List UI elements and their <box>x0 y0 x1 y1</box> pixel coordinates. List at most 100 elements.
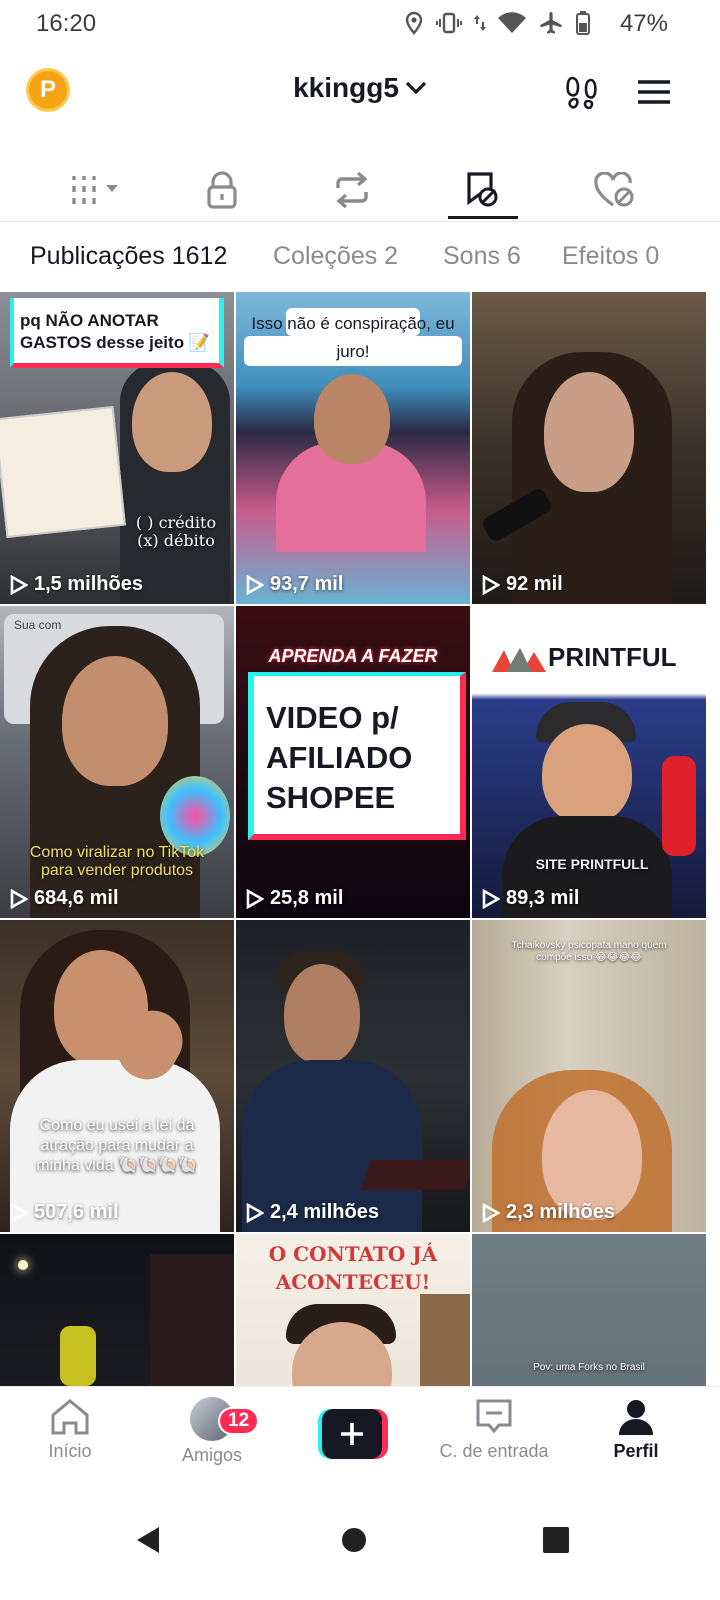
printful-logo-icon <box>492 648 546 672</box>
play-icon <box>482 888 500 909</box>
tile-caption: O CONTATO JÁ ACONTECEU! <box>268 1242 438 1294</box>
create-core <box>322 1409 382 1459</box>
create-button[interactable] <box>318 1409 388 1459</box>
tile-caption: Isso não é conspiração, eu juro! <box>251 314 455 361</box>
status-icons <box>404 10 590 36</box>
bookshelf-shape <box>420 1294 470 1386</box>
back-triangle-icon <box>137 1527 159 1553</box>
video-grid: pq NÃO ANOTAR GASTOS desse jeito 📝 ( ) c… <box>0 292 720 1386</box>
play-icon <box>482 574 500 595</box>
battery-icon <box>576 11 590 35</box>
inbox-icon <box>476 1399 512 1434</box>
status-bar: 16:20 47% <box>0 0 720 48</box>
play-icon <box>246 1202 264 1223</box>
location-icon <box>405 11 423 35</box>
active-tab-indicator <box>448 216 518 219</box>
menu-button[interactable] <box>632 70 676 114</box>
wifi-icon <box>498 12 526 34</box>
face-shape <box>62 656 168 786</box>
profile-icon <box>619 1400 653 1435</box>
tab-reposts[interactable] <box>312 164 392 216</box>
video-tile[interactable]: Isso não é conspiração, eu juro! 93,7 mi… <box>236 292 470 604</box>
video-tile[interactable] <box>0 1234 234 1386</box>
system-navigation <box>0 1490 720 1600</box>
home-system-button[interactable] <box>324 1510 384 1570</box>
building-shape <box>150 1254 234 1386</box>
tile-caption: Pov: uma Forks no Brasil <box>533 1362 645 1373</box>
play-icon <box>482 1202 500 1223</box>
repost-icon <box>336 172 368 208</box>
figure-shape <box>60 1326 96 1386</box>
nav-inbox-label: C. de entrada <box>439 1441 549 1461</box>
tab-liked[interactable] <box>575 164 655 216</box>
face-shape <box>132 372 212 472</box>
view-count: 684,6 mil <box>10 887 119 910</box>
tab-videos-grid[interactable] <box>56 164 136 216</box>
video-tile[interactable]: APRENDA A FAZER VIDEO p/ AFILIADO SHOPEE… <box>236 606 470 918</box>
play-icon <box>246 888 264 909</box>
face-shape <box>284 964 360 1064</box>
play-icon <box>246 574 264 595</box>
back-button[interactable] <box>118 1510 178 1570</box>
tab-sons[interactable]: Sons 6 <box>443 242 521 271</box>
username: kkingg5 <box>293 72 399 103</box>
tile-caption: pq NÃO ANOTAR GASTOS desse jeito 📝 <box>20 311 210 352</box>
tab-publicacoes[interactable]: Publicações 1612 <box>30 242 227 271</box>
video-tile[interactable]: 92 mil <box>472 292 706 604</box>
battery-percent: 47% <box>619 10 668 37</box>
play-icon <box>10 574 28 595</box>
heart-hidden-icon <box>594 172 634 207</box>
video-tile[interactable]: 2,4 milhões <box>236 920 470 1232</box>
play-icon <box>10 1202 28 1223</box>
bookmark-hidden-icon <box>467 172 498 207</box>
desk-shape <box>360 1160 470 1190</box>
view-count: 507,6 mil <box>10 1201 119 1224</box>
nav-profile-label: Perfil <box>613 1441 659 1461</box>
tab-private[interactable] <box>182 164 262 216</box>
tile-overlay-text: SITE PRINTFULL <box>535 856 649 872</box>
face-shape <box>542 724 632 824</box>
tab-efeitos[interactable]: Efeitos 0 <box>562 242 659 271</box>
grid-filter-icon <box>72 176 118 204</box>
view-count: 1,5 milhões <box>10 573 143 596</box>
nav-profile[interactable]: Perfil <box>566 1397 706 1487</box>
footprints-button[interactable] <box>560 70 604 114</box>
data-arrows-icon <box>474 15 486 31</box>
username-switcher: kkingg5 <box>0 72 720 104</box>
video-tile[interactable]: Pov: uma Forks no Brasil <box>472 1234 706 1386</box>
view-count: 92 mil <box>482 573 563 596</box>
microphone-shape <box>662 756 696 856</box>
tile-caption: Como viralizar no TikTok para vender pro… <box>29 844 205 879</box>
recents-square-icon <box>543 1527 569 1553</box>
nav-friends-label: Amigos <box>181 1445 243 1465</box>
video-tile[interactable]: Como eu usei a lei da atração para mudar… <box>0 920 234 1232</box>
nav-friends[interactable]: Amigos <box>142 1397 282 1487</box>
view-count: 2,4 milhões <box>246 1201 379 1224</box>
content-tab-bar <box>0 160 720 222</box>
tile-caption: PRINTFUL <box>548 642 677 672</box>
video-tile[interactable]: O CONTATO JÁ ACONTECEU! <box>236 1234 470 1386</box>
tile-overlay-text: VIDEO p/ AFILIADO SHOPEE <box>266 700 413 815</box>
profile-header: P kkingg5 <box>0 60 720 124</box>
lock-icon <box>207 171 237 209</box>
status-time: 16:20 <box>36 10 97 37</box>
sub-tab-bar: Publicações 1612 Coleções 2 Sons 6 Efeit… <box>0 236 720 286</box>
notebook-shape <box>0 406 126 538</box>
video-tile[interactable]: pq NÃO ANOTAR GASTOS desse jeito 📝 ( ) c… <box>0 292 234 604</box>
recents-button[interactable] <box>526 1510 586 1570</box>
face-shape <box>314 374 390 464</box>
video-tile[interactable]: Sua com Como viralizar no TikTok para ve… <box>0 606 234 918</box>
tab-favorites[interactable] <box>443 164 523 216</box>
video-tile[interactable]: PRINTFUL SITE PRINTFULL 89,3 mil <box>472 606 706 918</box>
nav-home[interactable]: Início <box>0 1397 140 1487</box>
tab-colecoes[interactable]: Coleções 2 <box>273 242 398 271</box>
tile-caption: APRENDA A FAZER <box>268 646 438 666</box>
home-icon <box>51 1399 89 1435</box>
vibrate-icon <box>436 12 462 34</box>
video-tile[interactable]: Tchaikovsky psicopata mano quem compõe i… <box>472 920 706 1232</box>
airplane-icon <box>540 12 562 34</box>
tile-caption: Tchaikovsky psicopata mano quem compõe i… <box>511 940 667 963</box>
nav-inbox[interactable]: C. de entrada <box>424 1397 564 1487</box>
friends-badge: 12 <box>218 1407 260 1435</box>
account-switcher[interactable]: kkingg5 <box>293 72 427 104</box>
